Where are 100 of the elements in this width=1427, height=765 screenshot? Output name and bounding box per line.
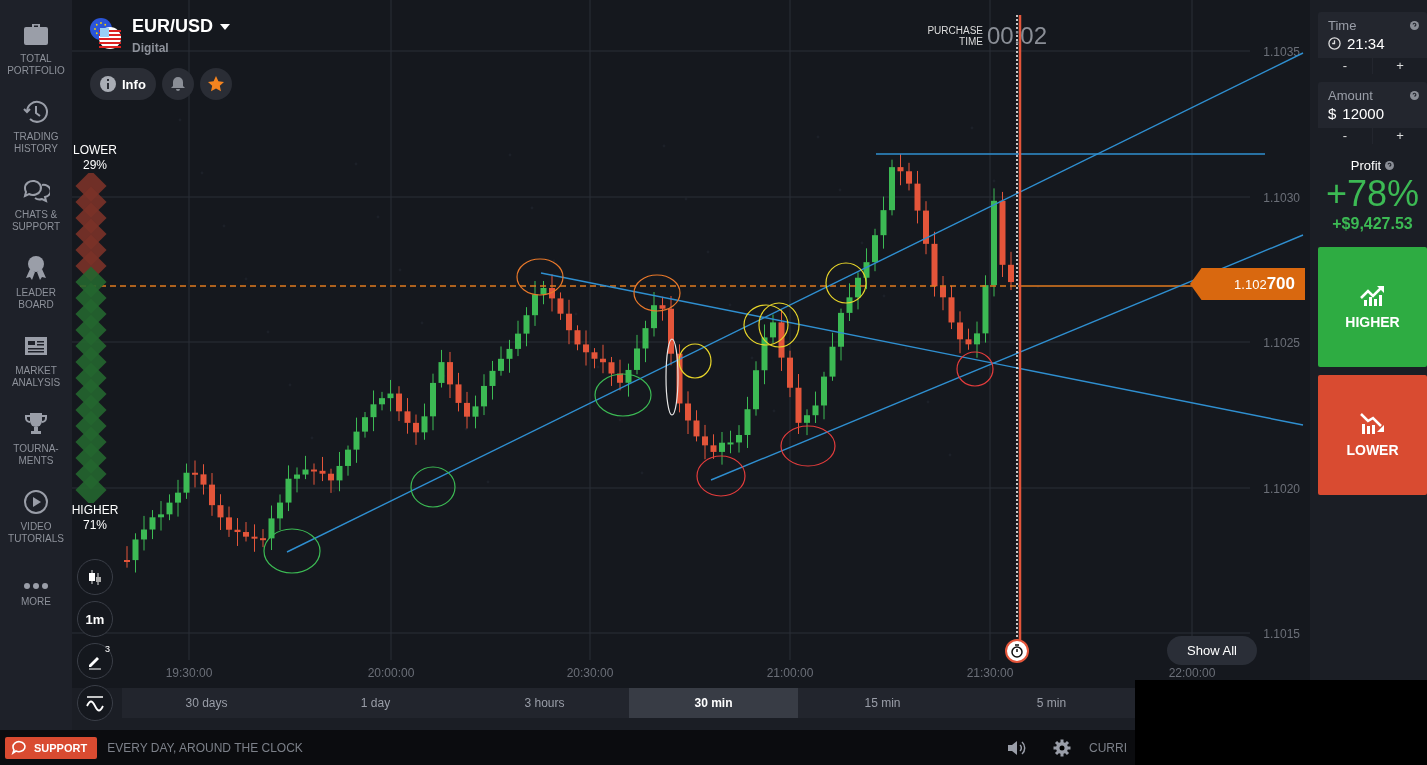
trophy-icon	[22, 411, 50, 437]
time-label: Time	[1328, 18, 1357, 33]
candlestick	[651, 291, 657, 337]
time-axis-label: 19:30:00	[165, 666, 213, 680]
indicators-button[interactable]	[77, 685, 113, 721]
candlestick	[209, 472, 215, 517]
time-axis-label: 21:30:00	[966, 666, 1014, 680]
candlestick	[413, 414, 419, 446]
candlestick	[345, 445, 351, 477]
sidebar-item[interactable]: TOTAL PORTFOLIO	[0, 10, 72, 88]
briefcase-icon	[22, 21, 50, 47]
candlestick	[583, 329, 589, 367]
candlestick	[965, 328, 972, 351]
sidebar-item[interactable]: MORE	[0, 556, 72, 634]
candlestick	[753, 360, 759, 417]
candlestick	[251, 523, 258, 553]
candlestick	[192, 460, 198, 488]
candlestick	[719, 431, 725, 466]
candlestick	[268, 505, 275, 551]
candlestick	[710, 433, 717, 460]
increase-amount-button[interactable]: +	[1373, 128, 1427, 144]
support-button[interactable]: SUPPORT	[5, 736, 98, 759]
candlestick	[217, 493, 224, 531]
settings-icon	[1053, 738, 1071, 757]
candlestick	[676, 343, 683, 413]
time-axis-label: 21:00:00	[766, 666, 814, 680]
candlestick	[141, 515, 147, 551]
candlestick	[404, 397, 411, 435]
candlestick	[149, 509, 156, 540]
candlestick	[957, 310, 963, 354]
time-value: 21:34	[1347, 35, 1385, 52]
price-axis-label: 1.1020	[1263, 482, 1300, 496]
sidebar-item[interactable]: TOURNA- MENTS	[0, 400, 72, 478]
sidebar-item[interactable]: LEADER BOARD	[0, 244, 72, 322]
candlestick	[302, 455, 309, 480]
candlestick	[132, 532, 139, 573]
candlestick	[634, 334, 640, 375]
caret-icon	[219, 22, 231, 31]
sidebar-item[interactable]: CHATS & SUPPORT	[0, 166, 72, 244]
candlestick	[948, 285, 955, 330]
amount-field[interactable]: Amount $ 12000 - +	[1318, 82, 1427, 144]
asset-selector[interactable]: EUR/USD	[132, 16, 231, 37]
profit-amount: +$9,427.53	[1331, 215, 1414, 233]
candlestick	[294, 466, 300, 493]
candlestick	[421, 403, 428, 441]
candlestick	[158, 500, 164, 532]
price-axis-label: 1.1030	[1263, 191, 1300, 205]
candlestick	[370, 389, 377, 432]
candlestick-icon	[86, 568, 104, 586]
candlestick	[982, 274, 989, 344]
candlestick	[914, 170, 921, 224]
increase-time-button[interactable]: +	[1373, 58, 1427, 74]
candlestick	[812, 391, 819, 424]
candlestick	[175, 479, 181, 518]
candlestick	[1008, 251, 1014, 291]
candlestick	[591, 347, 598, 369]
candlestick	[328, 468, 334, 494]
time-axis-label: 20:00:00	[367, 666, 415, 680]
timeframe-tab[interactable]: 1 day	[291, 688, 460, 718]
candlestick	[498, 345, 504, 377]
timeframe-tab[interactable]: 5 min	[967, 688, 1136, 718]
candlestick	[889, 159, 895, 216]
time-field[interactable]: Time 21:34 - +	[1318, 12, 1427, 74]
sidebar-item[interactable]: VIDEO TUTORIALS	[0, 478, 72, 556]
help-icon	[1410, 91, 1419, 100]
decrease-time-button[interactable]: -	[1318, 58, 1372, 74]
amount-label: Amount	[1328, 88, 1373, 103]
timeframe-tab[interactable]: 30 days	[122, 688, 291, 718]
time-axis-label: 22:00:00	[1168, 666, 1216, 680]
candlestick	[523, 306, 530, 347]
timeframe-tab[interactable]: 15 min	[798, 688, 967, 718]
candlestick	[863, 247, 870, 290]
sidebar-item[interactable]: MARKET ANALYSIS	[0, 322, 72, 400]
candlestick	[829, 332, 836, 382]
show-all-button[interactable]: Show All	[1167, 636, 1257, 665]
amount-value: 12000	[1342, 105, 1385, 122]
sidebar-item[interactable]: TRADING HISTORY	[0, 88, 72, 166]
timeframe-tab[interactable]: 3 hours	[460, 688, 629, 718]
candlestick	[549, 273, 555, 312]
decrease-amount-button[interactable]: -	[1318, 128, 1372, 144]
lower-button[interactable]: LOWER	[1318, 375, 1427, 495]
candlestick	[872, 228, 878, 272]
info-button[interactable]: Info	[90, 68, 156, 100]
candlestick	[685, 390, 691, 435]
candlestick	[455, 372, 462, 412]
candlestick	[659, 296, 666, 322]
candlestick	[625, 363, 632, 398]
asset-type: Digital	[132, 41, 170, 55]
candlestick	[472, 395, 479, 429]
candlestick	[744, 396, 751, 449]
timeframe-tab[interactable]: 30 min	[629, 688, 798, 718]
candlestick	[668, 295, 674, 366]
candlestick	[600, 344, 606, 374]
candlestick	[770, 313, 776, 344]
candlestick	[260, 528, 266, 548]
lower-sentiment-label: LOWER	[73, 143, 117, 158]
candlestick	[974, 321, 980, 359]
price-axis-label: 1.1035	[1263, 45, 1300, 59]
candlestick	[124, 545, 130, 569]
candlestick	[277, 493, 283, 531]
